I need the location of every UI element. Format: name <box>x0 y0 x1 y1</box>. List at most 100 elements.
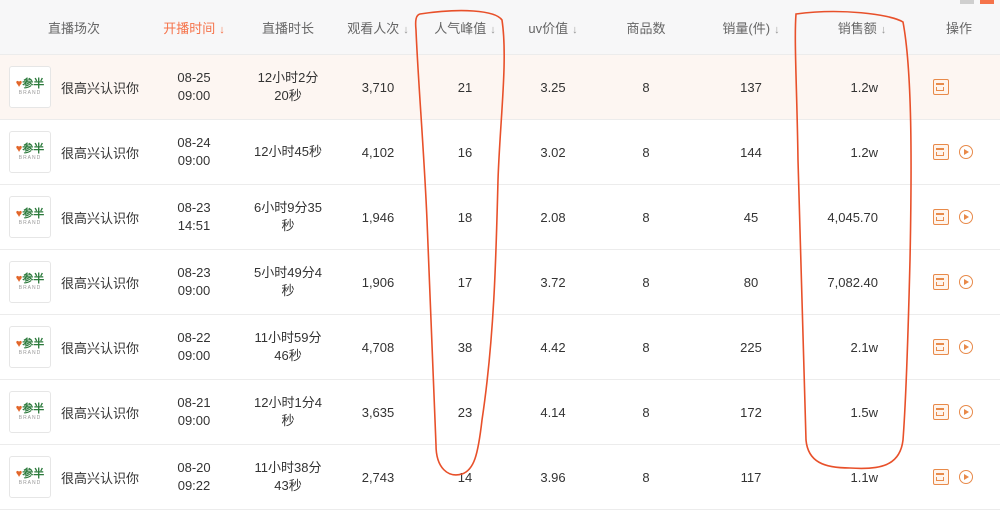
sort-arrow-icon[interactable]: ↓ <box>774 24 780 36</box>
sort-arrow-icon[interactable]: ↓ <box>403 24 409 36</box>
goods-icon[interactable] <box>933 79 949 95</box>
col-header-ops: 操作 <box>918 0 1000 55</box>
table-header-row: 直播场次 开播时间 ↓ 直播时长 观看人次 ↓ 人气峰值 ↓ uv价值 ↓ 商品数 销量… <box>0 0 1000 55</box>
goods-icon[interactable] <box>933 209 949 225</box>
session-name[interactable]: 很高兴认识你 <box>61 468 139 487</box>
session-cell: ♥参半 BRAND 很高兴认识你 <box>0 184 148 250</box>
sales-amount-cell: 7,082.40 <box>806 249 918 315</box>
sales-amount-cell: 2.1w <box>806 314 918 380</box>
start-clock: 09:00 <box>177 348 211 363</box>
session-cell: ♥参半 BRAND 很高兴认识你 <box>0 249 148 315</box>
start-clock: 09:00 <box>177 413 211 428</box>
play-icon[interactable] <box>959 145 973 159</box>
duration-cell: 6小时9分35秒 <box>240 184 336 250</box>
viewers-cell: 3,635 <box>336 379 420 445</box>
viewers-cell: 1,946 <box>336 184 420 250</box>
list-view-icon[interactable] <box>980 0 994 4</box>
session-name[interactable]: 很高兴认识你 <box>61 338 139 357</box>
col-header-sales-count[interactable]: 销量(件) ↓ <box>696 0 806 55</box>
goods-icon[interactable] <box>933 144 949 160</box>
ops-cell <box>918 444 1000 510</box>
play-icon[interactable] <box>959 210 973 224</box>
duration-cell: 11小时59分46秒 <box>240 314 336 380</box>
sales-amount-cell: 4,045.70 <box>806 184 918 250</box>
play-icon[interactable] <box>959 340 973 354</box>
start-date: 08-22 <box>177 330 211 345</box>
grid-view-icon[interactable] <box>960 0 974 4</box>
brand-logo: ♥参半 BRAND <box>9 196 51 238</box>
start-time-cell: 08-22 09:00 <box>148 314 240 380</box>
play-icon[interactable] <box>959 405 973 419</box>
products-cell: 8 <box>596 249 696 315</box>
col-header-peak[interactable]: 人气峰值 ↓ <box>420 0 510 55</box>
sort-arrow-icon[interactable]: ↓ <box>572 24 578 36</box>
sort-arrow-icon[interactable]: ↓ <box>490 24 496 36</box>
sort-arrow-icon[interactable]: ↓ <box>881 24 887 36</box>
duration-cell: 12小时45秒 <box>240 119 336 185</box>
table-row: ♥参半 BRAND 很高兴认识你 08-20 09:22 11小时38分43秒 2,743 1… <box>0 444 1000 510</box>
peak-cell: 14 <box>420 444 510 510</box>
session-cell: ♥参半 BRAND 很高兴认识你 <box>0 314 148 380</box>
session-name[interactable]: 很高兴认识你 <box>61 403 139 422</box>
viewers-cell: 3,710 <box>336 54 420 120</box>
start-date: 08-23 <box>177 265 211 280</box>
table-row: ♥参半 BRAND 很高兴认识你 08-21 09:00 12小时1分4秒 3,635 23 4… <box>0 379 1000 445</box>
sort-arrow-icon[interactable]: ↓ <box>219 24 225 36</box>
start-time-cell: 08-24 09:00 <box>148 119 240 185</box>
ops-cell <box>918 119 1000 185</box>
goods-icon[interactable] <box>933 469 949 485</box>
start-time-cell: 08-21 09:00 <box>148 379 240 445</box>
sales-amount-cell: 1.2w <box>806 119 918 185</box>
uv-value-cell: 2.08 <box>510 184 596 250</box>
session-name[interactable]: 很高兴认识你 <box>61 143 139 162</box>
col-header-sales-amount[interactable]: 销售额 ↓ <box>806 0 918 55</box>
ops-cell <box>918 184 1000 250</box>
start-date: 08-21 <box>177 395 211 410</box>
table-row: ♥参半 BRAND 很高兴认识你 08-23 14:51 6小时9分35秒 1,946 18 2… <box>0 184 1000 250</box>
session-name[interactable]: 很高兴认识你 <box>61 208 139 227</box>
col-header-uv-value[interactable]: uv价值 ↓ <box>510 0 596 55</box>
sales-amount-cell: 1.1w <box>806 444 918 510</box>
peak-cell: 18 <box>420 184 510 250</box>
uv-value-cell: 3.25 <box>510 54 596 120</box>
start-date: 08-20 <box>177 460 211 475</box>
col-header-products: 商品数 <box>596 0 696 55</box>
goods-icon[interactable] <box>933 274 949 290</box>
sales-count-cell: 225 <box>696 314 806 380</box>
col-header-session: 直播场次 <box>0 0 148 55</box>
sales-count-cell: 144 <box>696 119 806 185</box>
session-cell: ♥参半 BRAND 很高兴认识你 <box>0 379 148 445</box>
start-date: 08-24 <box>177 135 211 150</box>
play-icon[interactable] <box>959 470 973 484</box>
brand-logo: ♥参半 BRAND <box>9 391 51 433</box>
view-toggle[interactable] <box>960 0 994 4</box>
ops-cell <box>918 249 1000 315</box>
uv-value-cell: 3.96 <box>510 444 596 510</box>
start-time-cell: 08-23 14:51 <box>148 184 240 250</box>
session-name[interactable]: 很高兴认识你 <box>61 78 139 97</box>
col-header-viewers[interactable]: 观看人次 ↓ <box>336 0 420 55</box>
duration-cell: 5小时49分4秒 <box>240 249 336 315</box>
ops-cell <box>918 54 1000 120</box>
products-cell: 8 <box>596 184 696 250</box>
start-time-cell: 08-23 09:00 <box>148 249 240 315</box>
viewers-cell: 2,743 <box>336 444 420 510</box>
duration-cell: 12小时1分4秒 <box>240 379 336 445</box>
session-cell: ♥参半 BRAND 很高兴认识你 <box>0 444 148 510</box>
col-header-start-time[interactable]: 开播时间 ↓ <box>148 0 240 55</box>
play-icon[interactable] <box>959 275 973 289</box>
ops-cell <box>918 379 1000 445</box>
sales-count-cell: 137 <box>696 54 806 120</box>
brand-logo: ♥参半 BRAND <box>9 261 51 303</box>
uv-value-cell: 3.02 <box>510 119 596 185</box>
sales-amount-cell: 1.2w <box>806 54 918 120</box>
start-date: 08-25 <box>177 70 211 85</box>
session-name[interactable]: 很高兴认识你 <box>61 273 139 292</box>
goods-icon[interactable] <box>933 339 949 355</box>
viewers-cell: 4,102 <box>336 119 420 185</box>
table-row: ♥参半 BRAND 很高兴认识你 08-22 09:00 11小时59分46秒 4,708 3… <box>0 314 1000 380</box>
goods-icon[interactable] <box>933 404 949 420</box>
viewers-cell: 4,708 <box>336 314 420 380</box>
start-clock: 09:00 <box>177 153 211 168</box>
session-cell: ♥参半 BRAND 很高兴认识你 <box>0 54 148 120</box>
